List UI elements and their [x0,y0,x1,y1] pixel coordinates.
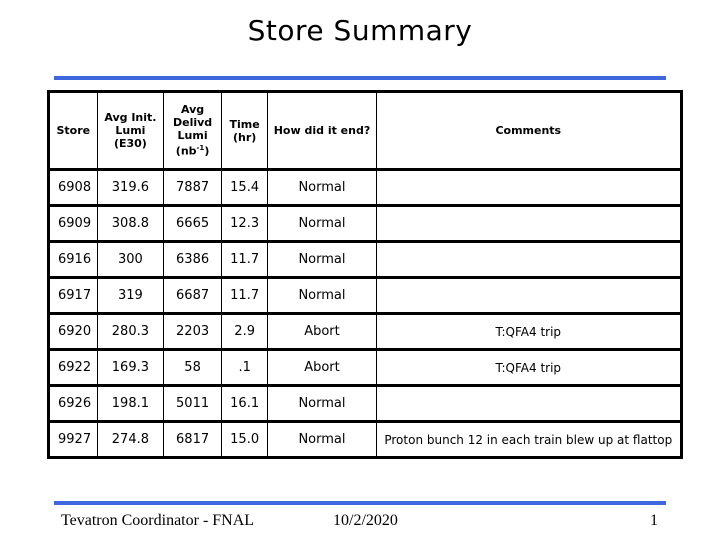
cell-time: .1 [220,349,269,387]
table-body: 6908 319.6 7887 15.4 Normal 6909 308.8 6665 12.3… [47,169,684,459]
cell-avg-delivered-lumi: 6386 [163,241,222,279]
header-text: Lumi [115,124,146,137]
footer-date: 10/2/2020 [333,512,398,529]
header-text: Avg [180,103,205,117]
cell-how-did-it-end: Normal [267,169,377,207]
cell-store: 6922 [47,349,98,387]
table-row: 6908 319.6 7887 15.4 Normal [47,169,684,207]
cell-time: 15.0 [220,421,269,459]
cell-comments [375,385,684,423]
header-store: Store [47,90,98,171]
cell-store: 6917 [47,277,98,315]
cell-avg-delivered-lumi: 2203 [163,313,222,351]
cell-comments [375,241,684,279]
cell-store: 6916 [47,241,98,279]
cell-avg-init-lumi: 274.8 [96,421,165,459]
title-divider-blue [54,76,666,80]
cell-comments: Proton bunch 12 in each train blew up at… [375,421,684,459]
cell-comments [375,277,684,315]
cell-avg-init-lumi: 319 [96,277,165,315]
cell-avg-init-lumi: 280.3 [96,313,165,351]
cell-avg-init-lumi: 300 [96,241,165,279]
header-text: Delivd [172,116,213,130]
footer-page-number: 1 [650,512,658,529]
table-row: 6926 198.1 5011 16.1 Normal [47,385,684,423]
cell-avg-init-lumi: 308.8 [96,205,165,243]
footer-organization: Tevatron Coordinator - FNAL [61,512,255,529]
cell-avg-delivered-lumi: 6665 [163,205,222,243]
cell-avg-delivered-lumi: 6817 [163,421,222,459]
table-row: 6922 169.3 58.1 Abort T:QFA4 trip [47,349,684,387]
cell-avg-delivered-lumi: 58 [163,349,222,387]
cell-comments: T:QFA4 trip [375,349,684,387]
page-title: Store Summary [247,14,473,47]
cell-how-did-it-end: Normal [267,421,377,459]
header-text: Lumi [177,129,208,143]
store-summary-table: Store Avg Init. Lumi (E30) Avg Delivd Lu… [47,90,684,459]
cell-avg-delivered-lumi: 6687 [163,277,222,315]
header-time: Time (hr) [220,90,269,171]
cell-avg-init-lumi: 319.6 [96,169,165,207]
cell-store: 9927 [47,421,98,459]
header-avg-delivered-lumi: Avg Delivd Lumi (nb-1) [163,90,222,171]
cell-comments [375,169,684,207]
cell-time: 11.7 [220,277,269,315]
cell-how-did-it-end: Abort [267,349,377,387]
cell-how-did-it-end: Abort [267,313,377,351]
cell-avg-delivered-lumi: 7887 [163,169,222,207]
header-text: Time [229,117,260,131]
cell-time: 16.1 [220,385,269,423]
header-how-did-it-end: How did it end? [267,90,377,171]
cell-avg-init-lumi: 198.1 [96,385,165,423]
header-comments: Comments [375,90,684,171]
header-text: (E30) [113,137,147,150]
table-row: 6916 300 6386 11.7 Normal [47,241,684,279]
table-row: 6909 308.8 6665 12.3 Normal [47,205,684,243]
cell-how-did-it-end: Normal [267,385,377,423]
cell-how-did-it-end: Normal [267,277,377,315]
header-text: (nb [175,144,197,158]
cell-time: 15.4 [220,169,269,207]
cell-avg-init-lumi: 169.3 [96,349,165,387]
cell-how-did-it-end: Normal [267,241,377,279]
header-text: (hr) [232,130,257,144]
cell-avg-delivered-lumi: 5011 [163,385,222,423]
cell-store: 6926 [47,385,98,423]
header-text: ) [204,144,210,158]
cell-store: 6920 [47,313,98,351]
cell-how-did-it-end: Normal [267,205,377,243]
table-row: 6917 319 6687 11.7 Normal [47,277,684,315]
cell-store: 6909 [47,205,98,243]
cell-time: 2.9 [220,313,269,351]
cell-comments [375,205,684,243]
cell-time: 12.3 [220,205,269,243]
table-row: 9927 274.8 6817 15.0 Normal Proton bunch 12 i… [47,421,684,459]
cell-comments: T:QFA4 trip [375,313,684,351]
header-text: Avg Init. [104,111,157,124]
table-header-row: Store Avg Init. Lumi (E30) Avg Delivd Lu… [47,90,684,171]
cell-store: 6908 [47,169,98,207]
footer-divider-blue [54,501,666,505]
cell-time: 11.7 [220,241,269,279]
header-avg-init-lumi: Avg Init. Lumi (E30) [96,90,165,171]
table-row: 6920 280.3 2203 2.9 Abort T:QFA4 trip [47,313,684,351]
